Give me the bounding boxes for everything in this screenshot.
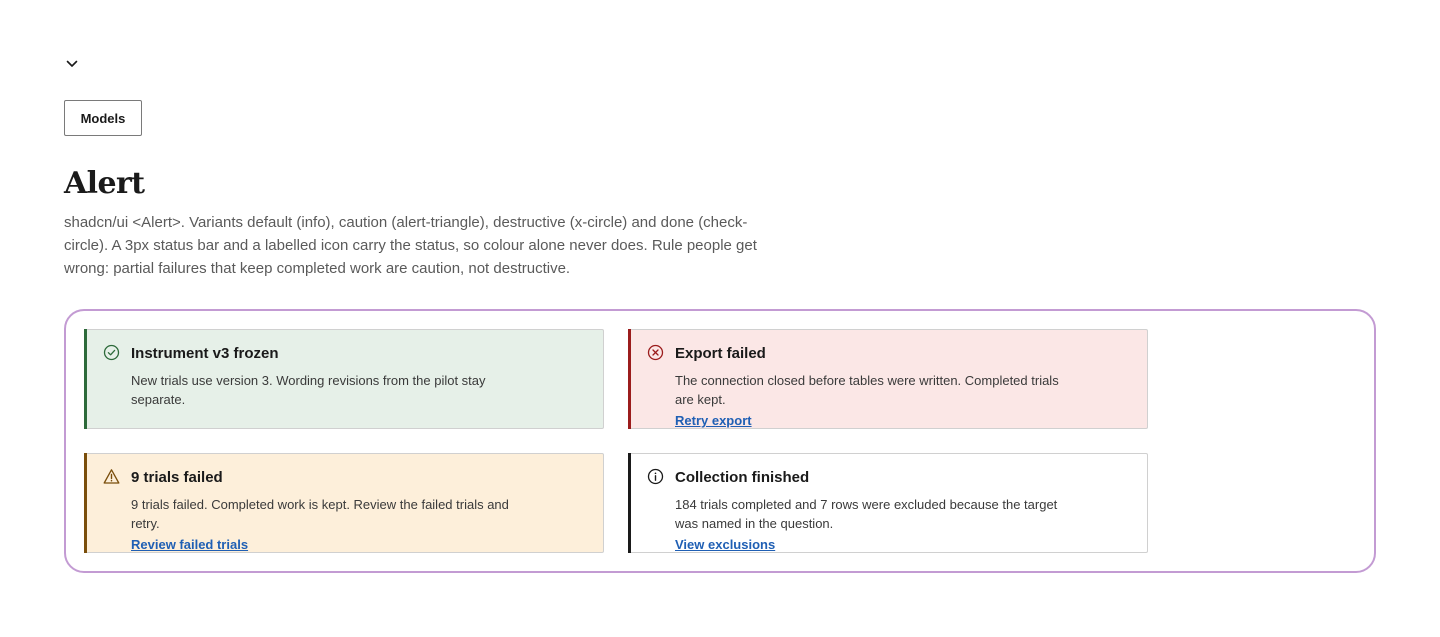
chevron-down-icon[interactable] xyxy=(64,56,80,72)
alert-title: 9 trials failed xyxy=(131,469,223,486)
models-button[interactable]: Models xyxy=(64,100,142,136)
view-exclusions-link[interactable]: View exclusions xyxy=(675,537,775,553)
alert-caution: 9 trials failed 9 trials failed. Complet… xyxy=(84,453,604,553)
alert-destructive: Export failed The connection closed befo… xyxy=(628,329,1148,429)
alert-title: Export failed xyxy=(675,345,766,362)
alert-title: Collection finished xyxy=(675,469,810,486)
alert-description: 9 trials failed. Completed work is kept.… xyxy=(131,497,509,531)
retry-export-link[interactable]: Retry export xyxy=(675,413,752,429)
alert-done: Instrument v3 frozen New trials use vers… xyxy=(84,329,604,429)
alert-title: Instrument v3 frozen xyxy=(131,345,279,362)
status-bar xyxy=(84,329,87,429)
status-bar xyxy=(628,453,631,553)
page-description: shadcn/ui <Alert>. Variants default (inf… xyxy=(64,214,757,277)
alert-description: 184 trials completed and 7 rows were exc… xyxy=(675,497,1058,531)
status-bar xyxy=(84,453,87,553)
status-bar xyxy=(628,329,631,429)
check-circle-icon xyxy=(103,344,120,361)
x-circle-icon xyxy=(647,344,664,361)
info-icon xyxy=(647,468,664,485)
alert-description: New trials use version 3. Wording revisi… xyxy=(131,373,486,407)
alert-info: Collection finished 184 trials completed… xyxy=(628,453,1148,553)
alert-description: The connection closed before tables were… xyxy=(675,373,1059,407)
alert-triangle-icon xyxy=(103,468,120,485)
review-failed-trials-link[interactable]: Review failed trials xyxy=(131,537,248,553)
page-title: Alert xyxy=(64,166,145,201)
